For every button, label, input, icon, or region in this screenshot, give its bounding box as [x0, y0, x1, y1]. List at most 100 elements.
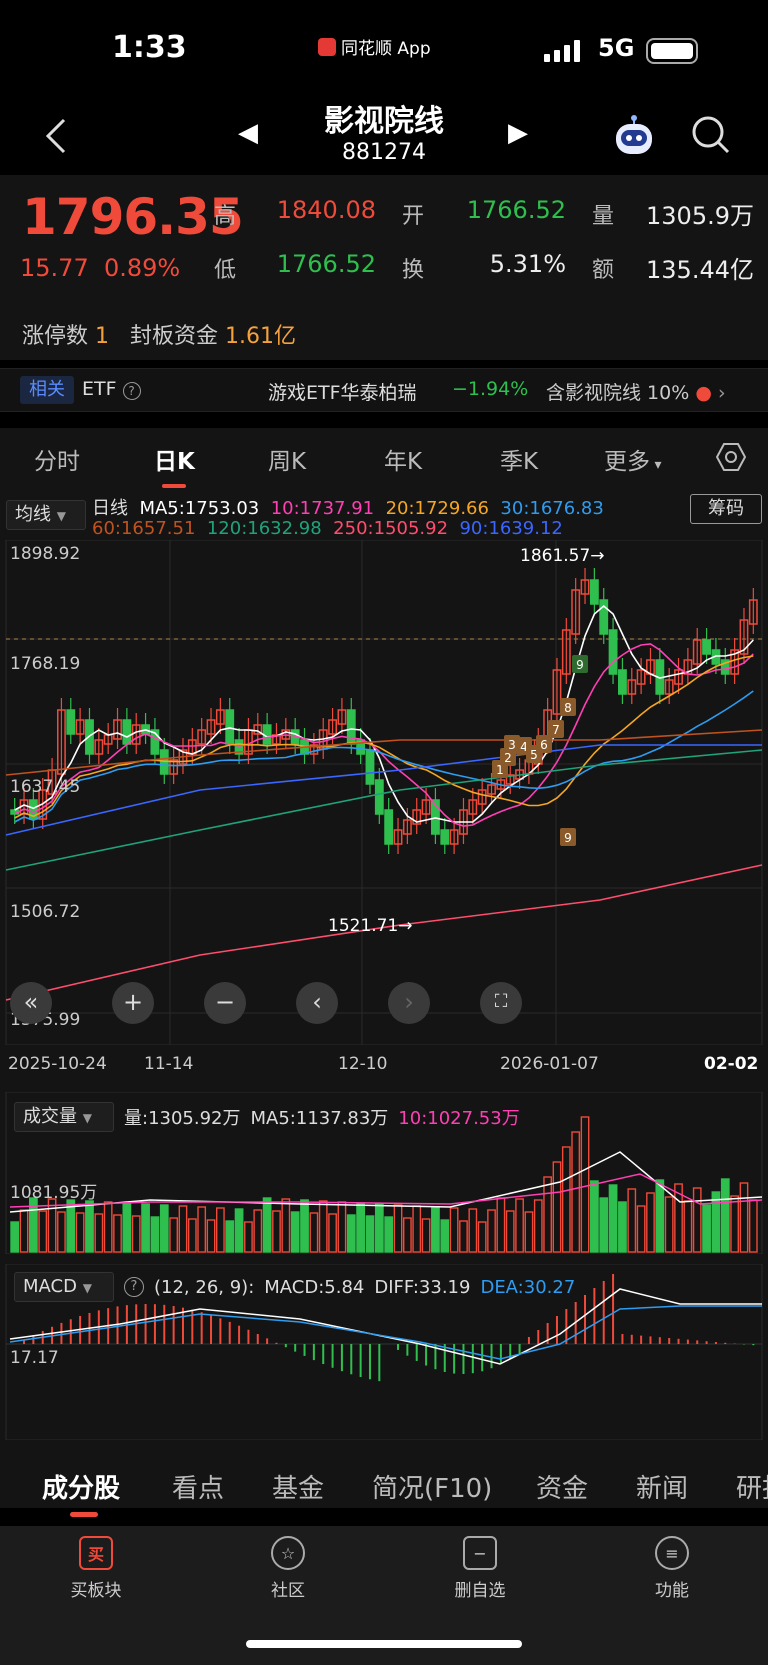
volume-chart[interactable] — [0, 1092, 768, 1254]
tab-functions[interactable]: ≡ 功能 — [622, 1536, 722, 1601]
volume-bar — [580, 1116, 590, 1253]
volume-bar — [234, 1208, 244, 1253]
sequence-label: 3 — [508, 738, 516, 752]
chip-distribution-button[interactable]: 筹码 — [690, 494, 762, 524]
zoom-out-icon[interactable]: − — [204, 982, 246, 1024]
next-stock-arrow-icon[interactable]: ▶ — [508, 118, 528, 148]
page-title: 影视院线 — [324, 104, 444, 139]
caret-down-icon: ▾ — [650, 457, 662, 473]
tab-quarterly-k[interactable]: 季K — [500, 442, 538, 476]
turnover-label: 换 — [402, 258, 425, 283]
volume-bar — [403, 1217, 412, 1253]
volume-bar — [748, 1199, 758, 1253]
zoom-in-icon[interactable]: + — [112, 982, 154, 1024]
home-indicator — [246, 1640, 522, 1648]
volume-bar — [57, 1211, 66, 1253]
volume-bar — [244, 1221, 253, 1253]
tab-constituents[interactable]: 成分股 — [42, 1468, 120, 1505]
volume-bar — [318, 1200, 328, 1253]
volume-bar — [571, 1131, 581, 1253]
tab-highlights[interactable]: 看点 — [172, 1468, 224, 1505]
volume-bar — [253, 1209, 263, 1253]
volume-bar — [739, 1182, 749, 1253]
zoom-out-all-icon[interactable]: « — [10, 982, 52, 1024]
volume-bar — [533, 1199, 543, 1253]
chart-settings-icon[interactable] — [716, 442, 746, 472]
tab-buy-sector[interactable]: 买买板块 — [46, 1536, 146, 1601]
ma30-value: 30:1676.83 — [500, 498, 604, 519]
volume-bar — [47, 1198, 57, 1253]
volume-bar — [300, 1199, 309, 1253]
volume-bar — [169, 1217, 178, 1253]
candle-body — [589, 579, 599, 605]
limit-up-row: 涨停数 1 封板资金 1.61亿 — [22, 318, 296, 350]
volume-bar — [477, 1221, 487, 1253]
scroll-right-icon[interactable]: › — [388, 982, 430, 1024]
low-value: 1766.52 — [276, 250, 376, 278]
robot-assistant-icon[interactable] — [610, 112, 658, 160]
tab-remove-watchlist[interactable]: − 删自选 — [430, 1536, 530, 1601]
back-icon[interactable] — [38, 112, 78, 160]
tab-research[interactable]: 研报 — [736, 1468, 768, 1505]
red-dot-icon: ● — [695, 382, 712, 404]
tab-buy-sector-label: 买板块 — [70, 1581, 122, 1601]
volume-bar — [636, 1205, 646, 1253]
tab-more[interactable]: 更多 ▾ — [604, 442, 661, 476]
volume-bar — [421, 1218, 431, 1253]
ma120-line — [5, 749, 763, 871]
app-logo-icon — [318, 37, 336, 56]
scroll-left-icon[interactable]: ‹ — [296, 982, 338, 1024]
remove-watchlist-icon: − — [463, 1536, 497, 1570]
tab-news[interactable]: 新闻 — [636, 1468, 688, 1505]
ma-selector[interactable]: 均线 ▼ — [6, 500, 86, 530]
search-icon[interactable] — [690, 114, 732, 156]
candle-body — [618, 669, 627, 695]
volume-bar — [599, 1197, 609, 1253]
chevron-right-icon[interactable]: › — [718, 382, 726, 404]
sequence-label: 2 — [504, 751, 512, 765]
y-label-top: 1898.92 — [10, 544, 81, 564]
volume-bar — [66, 1199, 76, 1253]
volume-bar — [225, 1220, 235, 1253]
tab-daily-k[interactable]: 日K — [154, 442, 195, 476]
volume-bar — [206, 1219, 216, 1253]
volume-bar — [262, 1197, 272, 1253]
fullscreen-icon[interactable]: ⛶ — [480, 982, 522, 1024]
signal-icon — [544, 38, 580, 62]
prev-stock-arrow-icon[interactable]: ◀ — [238, 118, 258, 148]
volume-bar — [150, 1216, 160, 1253]
sequence-label: 6 — [540, 738, 548, 752]
dea-line — [9, 1305, 762, 1360]
etf-name[interactable]: 游戏ETF华泰柏瑞 — [268, 378, 417, 405]
tab-funds[interactable]: 基金 — [272, 1468, 324, 1505]
candle-body — [122, 719, 132, 745]
clock: 1:33 — [112, 30, 187, 65]
y-label-3: 1637.45 — [10, 777, 81, 797]
volume-bar — [374, 1203, 384, 1253]
volume-bar — [543, 1176, 553, 1253]
volume-bar — [468, 1208, 478, 1253]
tab-capital[interactable]: 资金 — [536, 1468, 588, 1505]
sequence-label: 9 — [576, 658, 584, 672]
volume-bar — [85, 1200, 94, 1253]
tab-yearly-k[interactable]: 年K — [384, 442, 422, 476]
tab-timeshare[interactable]: 分时 — [34, 442, 80, 476]
macd-chart[interactable] — [0, 1264, 768, 1440]
tab-weekly-k[interactable]: 周K — [268, 442, 306, 476]
line-type: 日线 — [92, 498, 128, 519]
ma20-value: 20:1729.66 — [385, 498, 489, 519]
help-icon[interactable]: ? — [122, 382, 141, 400]
tab-community[interactable]: ☆ 社区 — [238, 1536, 338, 1601]
kline-chart[interactable]: 123 4567899 — [0, 540, 768, 1045]
candle-body — [225, 709, 235, 745]
volume-bar — [618, 1201, 627, 1253]
volume-bar — [19, 1209, 29, 1253]
diff-line — [9, 1288, 762, 1365]
volume-bar — [431, 1206, 440, 1253]
tab-profile[interactable]: 简况(F10) — [372, 1468, 492, 1505]
open-label: 开 — [402, 204, 425, 229]
related-tag: 相关 — [20, 376, 74, 404]
volume-bar — [655, 1179, 665, 1253]
ma-legend-row-2: 60:1657.51 120:1632.98 250:1505.92 90:16… — [92, 518, 563, 539]
menu-icon: ≡ — [655, 1536, 689, 1570]
